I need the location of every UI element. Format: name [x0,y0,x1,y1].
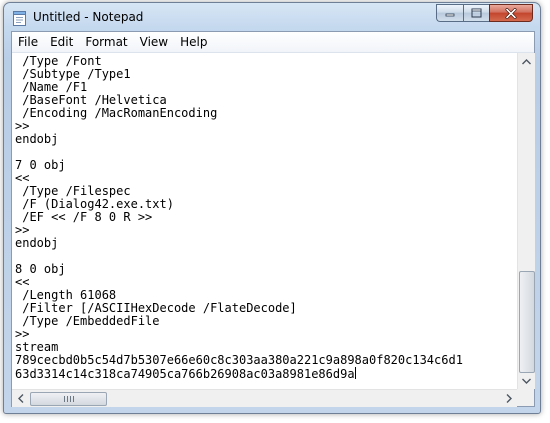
maximize-button[interactable] [463,4,489,22]
window-title: Untitled - Notepad [33,10,144,24]
menu-view[interactable]: View [134,32,174,52]
editor-line: /BaseFont /Helvetica [15,93,167,107]
editor-line: /Subtype /Type1 [15,67,131,81]
menu-edit[interactable]: Edit [44,32,79,52]
editor-line: /Length 61068 [15,288,117,302]
editor-line: endobj [15,236,59,250]
editor-line: 789cecbd0b5c54d7b5307e66e60c8c303aa380a2… [15,353,463,367]
editor-line: /EF << /F 8 0 R >> [15,210,153,224]
maximize-icon [471,8,482,18]
scrollbar-corner [517,389,534,406]
close-button[interactable] [489,4,533,22]
editor-line: >> [15,223,30,237]
editor-line: /Type /EmbeddedFile [15,314,160,328]
editor-line: /Filter [/ASCIIHexDecode /FlateDecode] [15,301,297,315]
title-bar[interactable]: Untitled - Notepad [4,3,540,31]
menu-format[interactable]: Format [79,32,133,52]
scroll-up-button[interactable] [518,53,535,70]
horizontal-scroll-thumb[interactable] [30,392,107,406]
text-caret [354,367,356,379]
editor-line: /F (Dialog42.exe.txt) [15,197,174,211]
menu-file[interactable]: File [12,32,44,52]
minimize-button[interactable] [436,4,463,22]
arrow-up-icon [522,58,531,64]
client-area: File Edit Format View Help /Type /Font /… [11,31,535,407]
arrow-down-icon [522,378,531,384]
editor-line: >> [15,119,30,133]
arrow-right-icon [506,394,512,403]
scroll-right-button[interactable] [500,390,517,407]
vertical-scrollbar[interactable] [517,53,535,389]
editor-line: >> [15,327,30,341]
editor-line: 7 0 obj [15,158,66,172]
notepad-icon[interactable] [12,10,27,26]
editor-text: /Type /Font /Subtype /Type1 /Name /F1 /B… [12,53,517,381]
editor-line: 8 0 obj [15,262,66,276]
editor-line: endobj [15,132,59,146]
menu-help[interactable]: Help [174,32,213,52]
close-icon [505,7,517,19]
editor-line: /Encoding /MacRomanEncoding [15,106,218,120]
editor-line: 63d3314c14c318ca74905ca766b26908ac03a898… [15,367,355,381]
vertical-scroll-thumb[interactable] [519,271,535,373]
horizontal-scrollbar[interactable] [12,389,517,407]
grip-icon [63,396,74,402]
menu-bar: File Edit Format View Help [12,32,534,53]
editor-line: stream [15,340,59,354]
scroll-down-button[interactable] [518,372,535,389]
minimize-icon [445,13,455,17]
editor-line: /Name /F1 [15,80,88,94]
text-editor[interactable]: /Type /Font /Subtype /Type1 /Name /F1 /B… [12,53,517,389]
scroll-left-button[interactable] [12,390,29,407]
editor-line: /Type /Filespec [15,184,131,198]
notepad-window: Untitled - Notepad File Edit Format View… [3,2,541,414]
editor-line: /Type /Font [15,54,102,68]
editor-line: << [15,171,30,185]
arrow-left-icon [17,394,23,403]
caption-buttons [436,4,533,24]
editor-line: << [15,275,30,289]
